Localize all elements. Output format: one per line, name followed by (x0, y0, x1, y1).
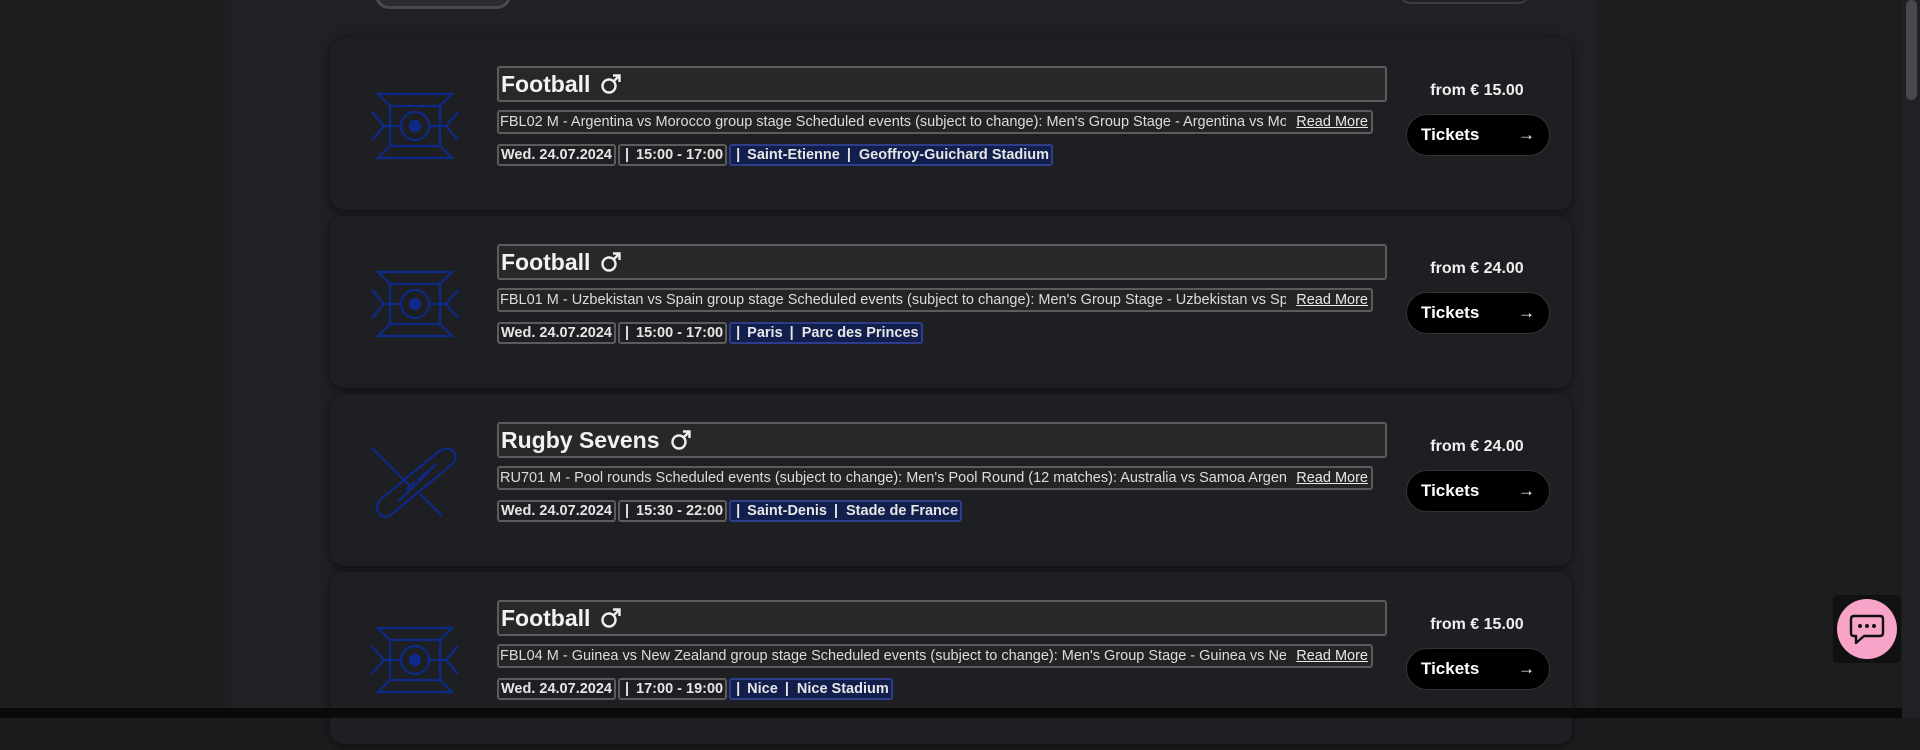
event-venue: Nice Stadium (796, 681, 889, 697)
event-card: Football FBL01 M - Uzbekistan vs Spain g… (330, 216, 1572, 388)
event-time: 15:30 - 22:00 (636, 503, 724, 519)
event-city: Saint-Denis (747, 503, 827, 519)
event-meta: Wed. 24.07.2024 | 15:00 - 17:00 | Saint-Et… (497, 143, 1387, 167)
arrow-right-icon: → (1518, 481, 1535, 500)
previous-button-edge (1400, 0, 1529, 4)
tickets-button[interactable]: Tickets → (1406, 114, 1550, 156)
event-date: Wed. 24.07.2024 (497, 500, 616, 522)
event-meta: Wed. 24.07.2024 | 17:00 - 19:00 | Nice | Nic… (497, 677, 1387, 701)
event-card: Football FBL04 M - Guinea vs New Zealand… (330, 572, 1572, 744)
male-symbol-icon (670, 430, 691, 450)
event-time-pill: | 15:30 - 22:00 (617, 500, 728, 522)
chat-bubble-icon (1849, 614, 1885, 645)
event-time: 17:00 - 19:00 (636, 681, 724, 697)
read-more-link[interactable]: Read More (1286, 470, 1371, 486)
event-title-box[interactable]: Football (497, 66, 1387, 102)
event-date: Wed. 24.07.2024 (497, 144, 616, 166)
event-location: | Saint-Denis | Stade de France (729, 500, 963, 522)
read-more-link[interactable]: Read More (1286, 648, 1371, 664)
event-info: Football FBL02 M - Argentina vs Morocco … (497, 66, 1387, 167)
event-description: FBL04 M - Guinea vs New Zealand group st… (500, 648, 1287, 664)
event-purchase: from € 24.00 Tickets → (1404, 260, 1550, 334)
arrow-right-icon: → (1518, 303, 1535, 322)
event-location: | Nice | Nice Stadium (729, 678, 893, 700)
previous-card-edge (375, 0, 511, 9)
event-date: Wed. 24.07.2024 (497, 322, 616, 344)
chat-button[interactable] (1837, 599, 1897, 659)
event-title-box[interactable]: Rugby Sevens (497, 422, 1387, 458)
event-description-box: RU701 M - Pool rounds Scheduled events (… (497, 466, 1373, 490)
event-meta: Wed. 24.07.2024 | 15:30 - 22:00 | Saint-De… (497, 499, 1387, 523)
event-description-box: FBL02 M - Argentina vs Morocco group sta… (497, 110, 1373, 134)
male-symbol-icon (601, 74, 622, 94)
event-venue: Geoffroy-Guichard Stadium (858, 147, 1050, 163)
tickets-button-label: Tickets (1421, 481, 1480, 500)
scrollbar-thumb[interactable] (1906, 0, 1917, 100)
event-title-box[interactable]: Football (497, 600, 1387, 636)
event-info: Football FBL01 M - Uzbekistan vs Spain g… (497, 244, 1387, 345)
event-info: Rugby Sevens RU701 M - Pool rounds Sched… (497, 422, 1387, 523)
event-time-pill: | 15:00 - 17:00 (617, 144, 728, 166)
bottom-edge (0, 708, 1902, 718)
event-location: | Paris | Parc des Princes (729, 322, 923, 344)
event-time: 15:00 - 17:00 (636, 325, 724, 341)
event-purchase: from € 24.00 Tickets → (1404, 438, 1550, 512)
event-description: RU701 M - Pool rounds Scheduled events (… (500, 470, 1287, 486)
event-time-pill: | 15:00 - 17:00 (617, 322, 728, 344)
rugby-pictogram-icon (371, 447, 457, 519)
tickets-button-label: Tickets (1421, 303, 1480, 322)
event-venue: Parc des Princes (801, 325, 919, 341)
event-date: Wed. 24.07.2024 (497, 678, 616, 700)
event-venue: Stade de France (846, 503, 959, 519)
tickets-button[interactable]: Tickets → (1406, 470, 1550, 512)
read-more-link[interactable]: Read More (1286, 114, 1371, 130)
event-description: FBL02 M - Argentina vs Morocco group sta… (500, 114, 1287, 130)
tickets-button[interactable]: Tickets → (1406, 292, 1550, 334)
event-city: Paris (747, 325, 783, 341)
arrow-right-icon: → (1518, 125, 1535, 144)
event-title: Football (501, 248, 591, 275)
event-description: FBL01 M - Uzbekistan vs Spain group stag… (500, 292, 1287, 308)
event-city: Saint-Etienne (747, 147, 840, 163)
event-description-box: FBL04 M - Guinea vs New Zealand group st… (497, 644, 1373, 668)
event-card: Football FBL02 M - Argentina vs Morocco … (330, 38, 1572, 210)
event-time-pill: | 17:00 - 19:00 (617, 678, 728, 700)
read-more-link[interactable]: Read More (1286, 292, 1371, 308)
event-title: Football (501, 604, 591, 631)
male-symbol-icon (601, 608, 622, 628)
event-price: from € 15.00 (1430, 616, 1524, 633)
scrollbar-track[interactable] (1902, 0, 1920, 718)
chat-launcher[interactable] (1833, 595, 1901, 663)
event-title: Football (501, 70, 591, 97)
arrow-right-icon: → (1518, 659, 1535, 678)
event-info: Football FBL04 M - Guinea vs New Zealand… (497, 600, 1387, 701)
event-price: from € 24.00 (1430, 260, 1524, 277)
event-title: Rugby Sevens (501, 426, 660, 453)
event-purchase: from € 15.00 Tickets → (1404, 616, 1550, 690)
event-card: Rugby Sevens RU701 M - Pool rounds Sched… (330, 394, 1572, 566)
event-city: Nice (747, 681, 778, 697)
event-title-box[interactable]: Football (497, 244, 1387, 280)
event-price: from € 15.00 (1430, 82, 1524, 99)
event-list: Football FBL02 M - Argentina vs Morocco … (330, 38, 1572, 750)
event-time: 15:00 - 17:00 (636, 147, 724, 163)
event-location: | Saint-Etienne | Geoffroy-Guichard Stadium (729, 144, 1054, 166)
event-purchase: from € 15.00 Tickets → (1404, 82, 1550, 156)
tickets-button-label: Tickets (1421, 659, 1480, 678)
football-pictogram-icon (371, 626, 459, 694)
football-pictogram-icon (371, 270, 459, 338)
event-price: from € 24.00 (1430, 438, 1524, 455)
event-description-box: FBL01 M - Uzbekistan vs Spain group stag… (497, 288, 1373, 312)
event-meta: Wed. 24.07.2024 | 15:00 - 17:00 | Paris | Pa… (497, 321, 1387, 345)
male-symbol-icon (601, 252, 622, 272)
tickets-button-label: Tickets (1421, 125, 1480, 144)
tickets-button[interactable]: Tickets → (1406, 648, 1550, 690)
football-pictogram-icon (371, 92, 459, 160)
